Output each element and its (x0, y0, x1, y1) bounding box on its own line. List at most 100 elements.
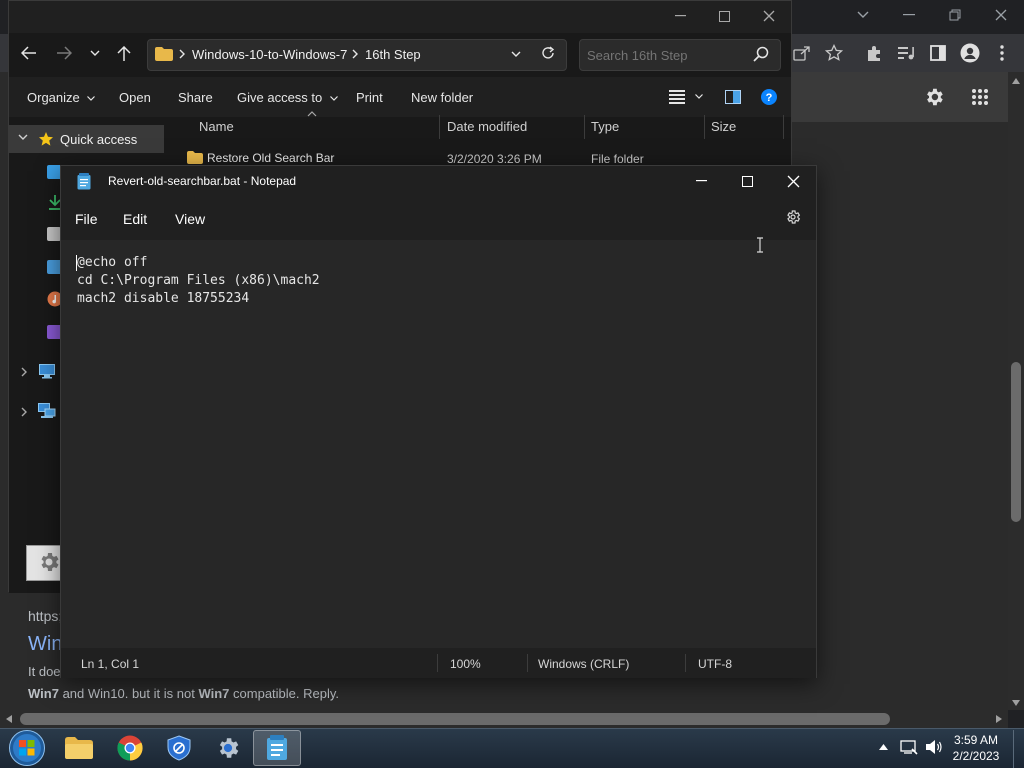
system-clock[interactable]: 3:59 AM 2/2/2023 (945, 732, 1007, 764)
scroll-right-arrow-icon[interactable] (996, 715, 1002, 723)
explorer-close-button[interactable] (746, 1, 792, 31)
column-header-date[interactable]: Date modified (447, 119, 527, 134)
code-line: mach2 disable 18755234 (77, 291, 250, 306)
column-divider[interactable] (584, 115, 585, 139)
menu-view[interactable]: View (175, 211, 205, 227)
file-row-type: File folder (591, 152, 644, 166)
network-icon[interactable] (38, 403, 56, 419)
start-button[interactable] (5, 729, 49, 767)
settings-gear-icon (37, 550, 61, 574)
browser-close-button[interactable] (978, 0, 1024, 30)
column-divider[interactable] (704, 115, 705, 139)
taskbar-chrome[interactable] (106, 730, 154, 766)
quick-access-chevron-icon[interactable] (18, 134, 28, 141)
svg-text:?: ? (766, 92, 773, 104)
mouse-ibeam-cursor-icon (756, 237, 764, 253)
search-icon[interactable] (753, 46, 769, 62)
extensions-puzzle-icon[interactable] (858, 37, 890, 69)
page-snippet-line2: Win7 and Win10. but it is not Win7 compa… (28, 686, 339, 701)
taskbar-file-explorer[interactable] (55, 730, 103, 766)
file-explorer-folder-icon (65, 737, 93, 759)
chrome-icon (117, 735, 143, 761)
page-result-link[interactable]: Win (28, 633, 62, 656)
scroll-down-arrow-icon[interactable] (1012, 700, 1020, 706)
scroll-left-arrow-icon[interactable] (6, 715, 12, 723)
breadcrumb-item-parent[interactable]: Windows-10-to-Windows-7 (192, 47, 347, 62)
view-options-chevron-icon[interactable] (695, 94, 703, 99)
notepad-minimize-button[interactable] (678, 166, 724, 196)
this-pc-expand-chevron-icon[interactable] (21, 367, 27, 377)
windows-orb-icon (9, 730, 45, 766)
column-header-name[interactable]: Name (199, 119, 234, 134)
file-row-date: 3/2/2020 3:26 PM (447, 152, 542, 166)
back-arrow-icon[interactable] (21, 46, 37, 60)
refresh-icon[interactable] (541, 46, 555, 60)
give-access-menu[interactable]: Give access to (237, 90, 338, 105)
this-pc-icon[interactable] (39, 364, 55, 379)
sort-ascending-indicator-icon (307, 111, 317, 117)
notepad-close-button[interactable] (770, 166, 816, 196)
documents-icon[interactable] (47, 227, 61, 241)
notepad-maximize-button[interactable] (724, 166, 770, 196)
quick-access-label: Quick access (60, 132, 138, 147)
forward-arrow-icon[interactable] (56, 46, 72, 60)
notepad-title: Revert-old-searchbar.bat - Notepad (108, 174, 297, 188)
menu-edit[interactable]: Edit (123, 211, 147, 227)
volume-speaker-icon[interactable] (925, 739, 943, 755)
clock-time: 3:59 AM (953, 733, 999, 747)
folder-icon (155, 47, 173, 61)
status-zoom: 100% (450, 657, 481, 671)
help-icon[interactable]: ? (761, 89, 777, 105)
bookmark-star-icon[interactable] (818, 37, 850, 69)
status-divider (685, 654, 686, 672)
code-line: cd C:\Program Files (x86)\mach2 (77, 273, 320, 288)
address-history-chevron-icon[interactable] (511, 51, 521, 58)
file-row-name: Restore Old Search Bar (207, 151, 335, 165)
browser-restore-button[interactable] (932, 0, 978, 30)
profile-avatar-icon[interactable] (954, 37, 986, 69)
chevron-down-icon (87, 96, 96, 101)
organize-menu[interactable]: Organize (27, 90, 96, 105)
browser-minimize-button[interactable] (886, 0, 932, 30)
notepad-settings-gear-icon[interactable] (785, 209, 801, 225)
preview-pane-icon[interactable] (725, 90, 741, 104)
page-vertical-scroll-thumb[interactable] (1011, 362, 1021, 522)
share-button[interactable]: Share (178, 90, 213, 105)
view-options-icon[interactable] (669, 90, 685, 104)
show-desktop-button[interactable] (1013, 730, 1024, 768)
taskbar-windows-defender[interactable] (155, 730, 203, 766)
scroll-up-arrow-icon[interactable] (1012, 78, 1020, 84)
column-header-type[interactable]: Type (591, 119, 619, 134)
tab-search-chevron-icon[interactable] (840, 0, 886, 30)
apps-grid-icon[interactable] (964, 81, 996, 113)
explorer-maximize-button[interactable] (701, 1, 747, 31)
breadcrumb-chevron-icon (352, 49, 358, 59)
page-horizontal-scroll-thumb[interactable] (20, 713, 890, 725)
column-header-size[interactable]: Size (711, 119, 736, 134)
media-queue-icon[interactable] (890, 37, 922, 69)
page-settings-gear-icon[interactable] (918, 81, 950, 113)
taskbar-settings[interactable] (204, 730, 252, 766)
show-hidden-icons-arrow-icon[interactable] (879, 744, 888, 750)
network-expand-chevron-icon[interactable] (21, 407, 27, 417)
menu-file[interactable]: File (75, 211, 98, 227)
snippet-end-text: compatible. Reply. (233, 686, 340, 701)
status-cursor-position: Ln 1, Col 1 (81, 657, 140, 671)
browser-menu-kebab-icon[interactable] (986, 37, 1018, 69)
column-divider[interactable] (783, 115, 784, 139)
recent-locations-chevron-icon[interactable] (90, 50, 100, 57)
snippet-bold-win7-2: Win7 (198, 686, 230, 701)
star-icon (38, 131, 54, 147)
breadcrumb-item-current[interactable]: 16th Step (365, 47, 421, 62)
taskbar-notepad[interactable] (253, 730, 301, 766)
new-folder-button[interactable]: New folder (411, 90, 473, 105)
search-input[interactable] (587, 45, 737, 65)
up-arrow-icon[interactable] (117, 46, 131, 62)
column-divider[interactable] (439, 115, 440, 139)
organize-label: Organize (27, 90, 80, 105)
open-button[interactable]: Open (119, 90, 151, 105)
side-panel-icon[interactable] (922, 37, 954, 69)
explorer-minimize-button[interactable] (657, 1, 703, 31)
action-center-flag-icon[interactable] (900, 739, 918, 755)
print-button[interactable]: Print (356, 90, 383, 105)
